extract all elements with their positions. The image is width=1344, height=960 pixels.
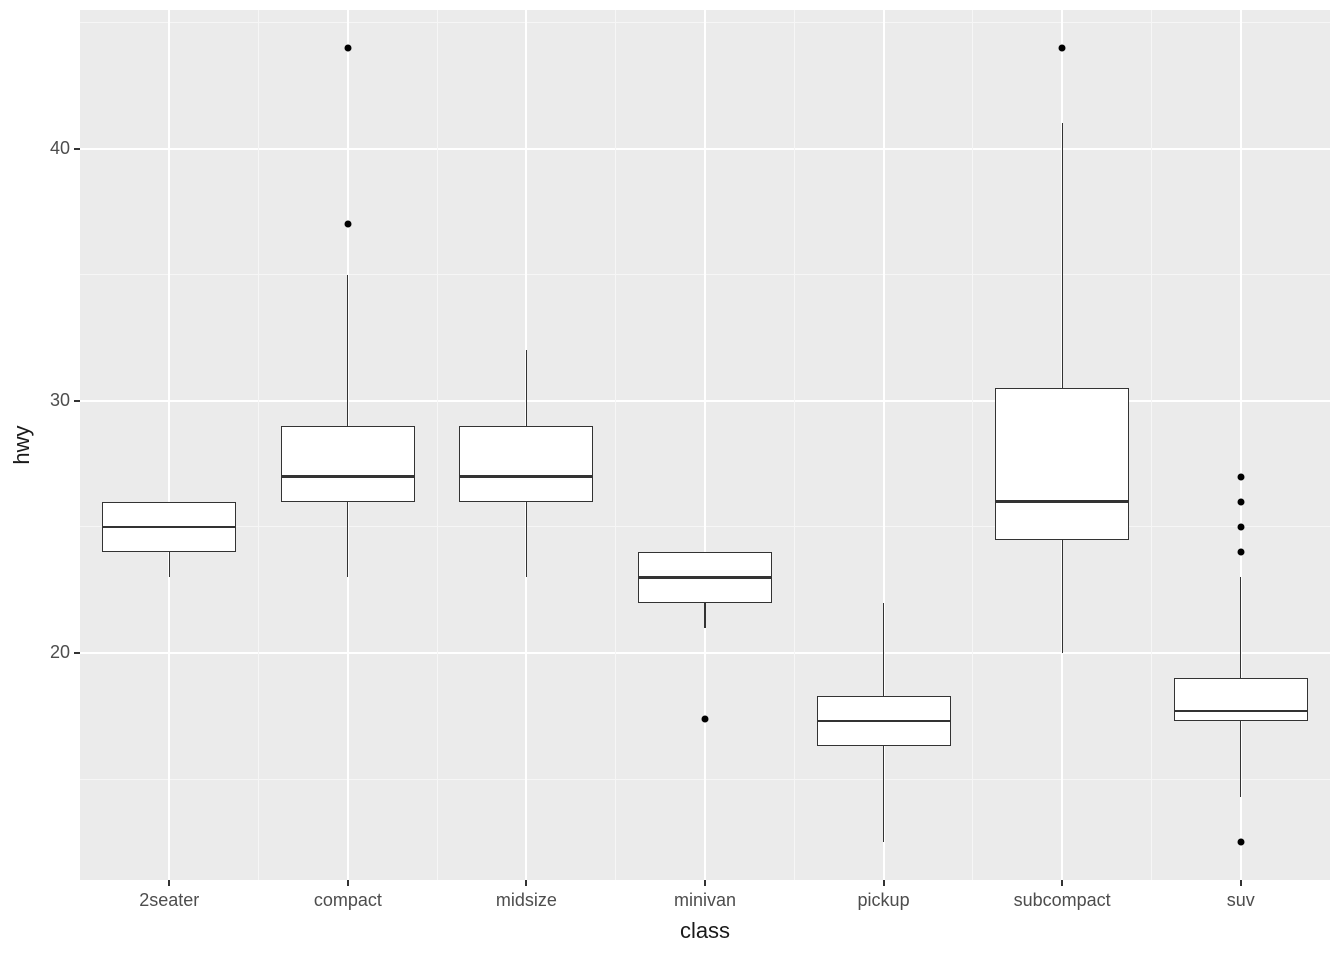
outlier-point: [1237, 473, 1244, 480]
grid-major-v: [168, 10, 170, 880]
whisker-lower: [526, 502, 527, 578]
whisker-lower: [1062, 540, 1063, 653]
x-tick-label: compact: [314, 890, 382, 911]
y-tick-label: 20: [50, 642, 70, 663]
grid-minor-v: [437, 10, 438, 880]
outlier-point: [1059, 44, 1066, 51]
median-line: [102, 526, 236, 529]
whisker-lower: [704, 603, 705, 628]
y-tick-label: 30: [50, 390, 70, 411]
whisker-lower: [883, 746, 884, 842]
x-tick-label: pickup: [858, 890, 910, 911]
x-tick-label: midsize: [496, 890, 557, 911]
whisker-upper: [347, 275, 348, 426]
x-tick: [1240, 880, 1242, 886]
grid-major-v: [704, 10, 706, 880]
outlier-point: [344, 44, 351, 51]
boxplot-chart: 20 30 40 2seater compact midsize minivan pickup…: [0, 0, 1344, 960]
outlier-point: [1237, 549, 1244, 556]
box: [995, 388, 1129, 539]
y-axis-title: hwy: [9, 425, 35, 464]
x-tick-label: 2seater: [139, 890, 199, 911]
median-line: [459, 475, 593, 478]
x-axis-title: class: [680, 918, 730, 944]
outlier-point: [1237, 523, 1244, 530]
x-tick-label: subcompact: [1014, 890, 1111, 911]
x-tick: [525, 880, 527, 886]
y-tick: [74, 148, 80, 150]
box: [1174, 678, 1308, 721]
x-tick-label: minivan: [674, 890, 736, 911]
y-tick-label: 40: [50, 138, 70, 159]
whisker-lower: [1240, 721, 1241, 797]
x-tick: [347, 880, 349, 886]
median-line: [638, 576, 772, 579]
median-line: [817, 720, 951, 723]
x-tick: [704, 880, 706, 886]
box: [281, 426, 415, 502]
median-line: [1174, 710, 1308, 713]
y-tick: [74, 400, 80, 402]
grid-minor-v: [1151, 10, 1152, 880]
outlier-point: [702, 715, 709, 722]
box: [459, 426, 593, 502]
whisker-lower: [169, 552, 170, 577]
outlier-point: [1237, 839, 1244, 846]
x-tick: [883, 880, 885, 886]
x-tick-label: suv: [1227, 890, 1255, 911]
whisker-upper: [1240, 577, 1241, 678]
median-line: [281, 475, 415, 478]
grid-minor-v: [794, 10, 795, 880]
x-tick: [168, 880, 170, 886]
whisker-upper: [526, 350, 527, 426]
grid-minor-v: [615, 10, 616, 880]
outlier-point: [344, 221, 351, 228]
grid-minor-v: [972, 10, 973, 880]
whisker-upper: [883, 603, 884, 696]
y-tick: [74, 652, 80, 654]
whisker-upper: [1062, 123, 1063, 388]
grid-minor-v: [258, 10, 259, 880]
median-line: [995, 500, 1129, 503]
whisker-lower: [347, 502, 348, 578]
outlier-point: [1237, 498, 1244, 505]
x-tick: [1061, 880, 1063, 886]
